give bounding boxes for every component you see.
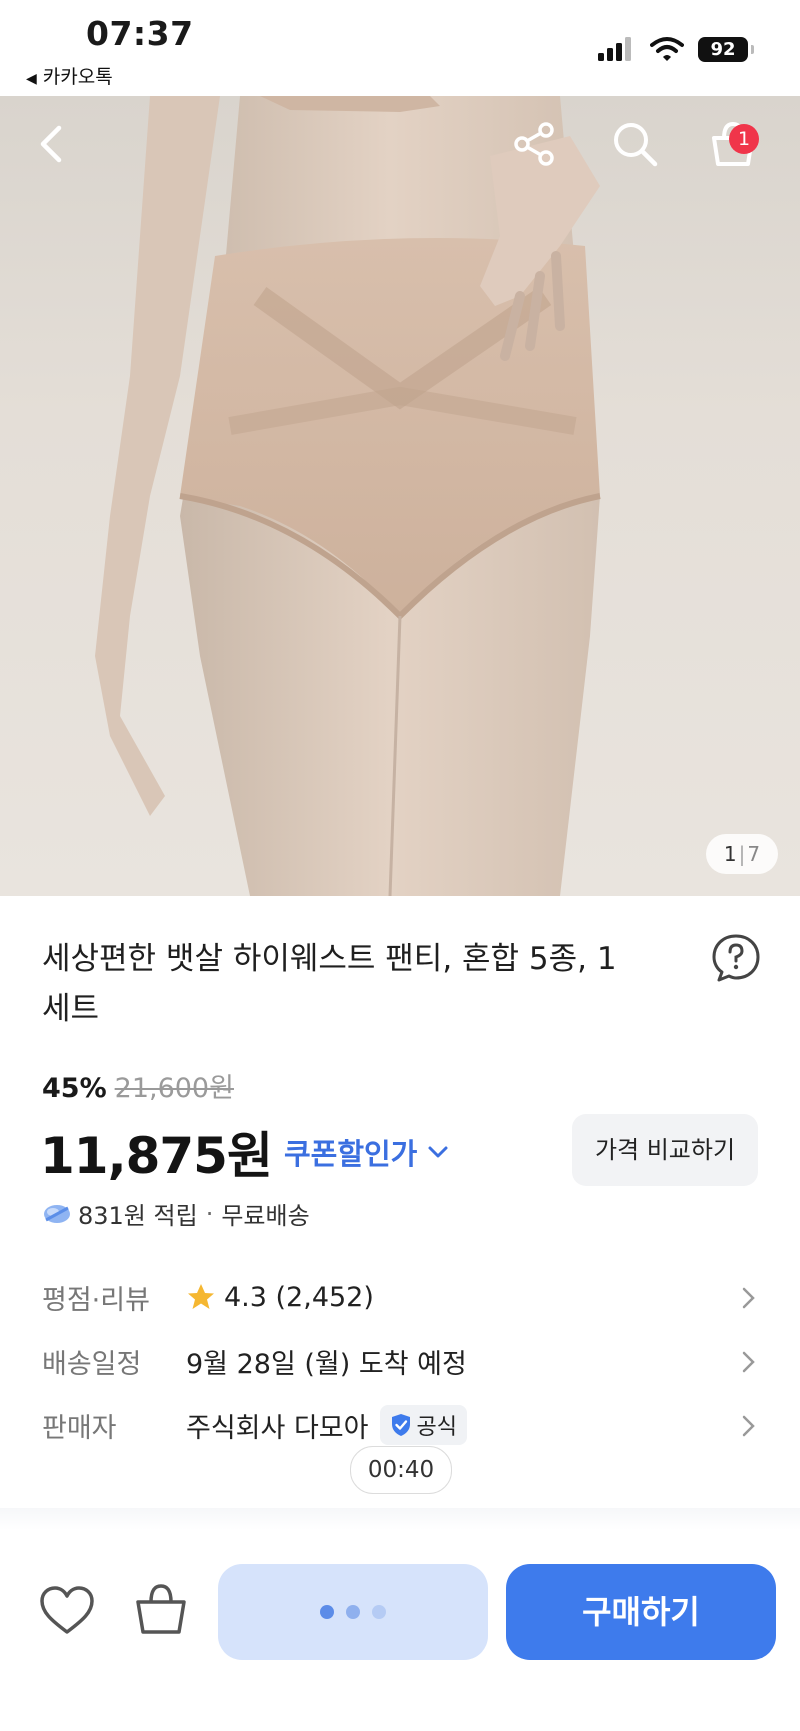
chevron-down-icon bbox=[428, 1146, 448, 1158]
back-icon bbox=[40, 125, 62, 163]
share-button[interactable] bbox=[507, 116, 563, 172]
image-top-nav: 1 bbox=[0, 96, 800, 186]
back-triangle-icon: ◀ bbox=[26, 71, 37, 87]
seller-row[interactable]: 판매자 주식회사 다모아 공식 bbox=[42, 1400, 758, 1450]
reward-shipping-row: 831원 적립 · 무료배송 bbox=[42, 1196, 310, 1231]
price-row: 11,875원 쿠폰할인가 bbox=[40, 1116, 451, 1188]
star-icon bbox=[188, 1284, 214, 1309]
sale-price: 11,875원 bbox=[40, 1127, 273, 1185]
rating-review-row[interactable]: 평점·리뷰 4.3 (2,452) bbox=[42, 1272, 758, 1322]
seller-name: 주식회사 다모아 bbox=[186, 1412, 369, 1444]
delivery-value: 9월 28일 (월) 도착 예정 bbox=[186, 1348, 467, 1380]
status-bar: 07:37 ◀ 카카오톡 92 bbox=[0, 0, 800, 96]
status-icons: 92 bbox=[596, 36, 754, 62]
image-page-counter: 1 | 7 bbox=[706, 834, 778, 874]
search-icon bbox=[614, 123, 658, 167]
cart-button[interactable]: 1 bbox=[705, 116, 761, 172]
cart-count-badge: 1 bbox=[729, 124, 759, 154]
search-button[interactable] bbox=[607, 116, 663, 172]
share-icon bbox=[514, 122, 554, 166]
seller-value-group: 주식회사 다모아 공식 bbox=[186, 1405, 467, 1445]
cellular-signal-icon bbox=[598, 37, 631, 61]
discount-row: 45% 21,600원 bbox=[42, 1066, 234, 1105]
loading-button[interactable] bbox=[218, 1564, 488, 1660]
loading-dot bbox=[346, 1605, 360, 1619]
chevron-right-icon bbox=[742, 1415, 755, 1437]
discount-rate: 45% bbox=[42, 1073, 107, 1104]
back-button[interactable] bbox=[24, 116, 80, 172]
delivery-label: 배송일정 bbox=[42, 1348, 142, 1380]
back-to-app-link[interactable]: ◀ 카카오톡 bbox=[26, 62, 113, 89]
reward-text: 831원 적립 bbox=[78, 1202, 198, 1230]
official-badge: 공식 bbox=[380, 1405, 467, 1445]
loading-dot bbox=[372, 1605, 386, 1619]
page-current: 1 bbox=[723, 842, 737, 866]
battery-cap bbox=[751, 44, 754, 54]
question-icon[interactable] bbox=[710, 932, 762, 984]
timer-pill: 00:40 bbox=[350, 1446, 452, 1494]
rating-label: 평점·리뷰 bbox=[42, 1284, 150, 1316]
battery-level: 92 bbox=[710, 38, 736, 60]
seller-label: 판매자 bbox=[42, 1412, 117, 1444]
official-label: 공식 bbox=[416, 1415, 457, 1440]
original-price: 21,600원 bbox=[114, 1073, 234, 1104]
price-compare-button[interactable]: 가격 비교하기 bbox=[572, 1114, 758, 1186]
page-total: 7 bbox=[747, 842, 761, 866]
separator-dot: · bbox=[205, 1199, 214, 1228]
chevron-right-icon bbox=[742, 1351, 755, 1373]
status-time: 07:37 bbox=[86, 14, 194, 53]
add-to-cart-icon[interactable] bbox=[132, 1580, 190, 1638]
heart-icon[interactable] bbox=[38, 1582, 96, 1640]
wifi-icon bbox=[650, 37, 684, 61]
delivery-schedule-row[interactable]: 배송일정 9월 28일 (월) 도착 예정 bbox=[42, 1336, 758, 1386]
coupon-price-toggle[interactable]: 쿠폰할인가 bbox=[284, 1131, 451, 1173]
reward-point-icon bbox=[44, 1204, 70, 1223]
buy-now-button[interactable]: 구매하기 bbox=[506, 1564, 776, 1660]
coupon-label: 쿠폰할인가 bbox=[283, 1137, 418, 1171]
shipping-text: 무료배송 bbox=[221, 1202, 310, 1230]
product-title: 세상편한 뱃살 하이웨스트 팬티, 혼합 5종, 1 세트 bbox=[42, 941, 617, 1027]
rating-value-group: 4.3 (2,452) bbox=[186, 1282, 374, 1313]
section-divider bbox=[0, 1508, 800, 1530]
verified-shield-icon bbox=[392, 1414, 411, 1436]
loading-dot bbox=[320, 1605, 334, 1619]
chevron-right-icon bbox=[742, 1287, 755, 1309]
back-app-label: 카카오톡 bbox=[42, 66, 113, 88]
page-separator: | bbox=[738, 842, 746, 866]
battery-indicator: 92 bbox=[698, 36, 754, 62]
product-image-carousel[interactable]: 1 1 | 7 bbox=[0, 96, 800, 896]
rating-value: 4.3 (2,452) bbox=[224, 1281, 374, 1313]
product-photo bbox=[95, 96, 601, 896]
